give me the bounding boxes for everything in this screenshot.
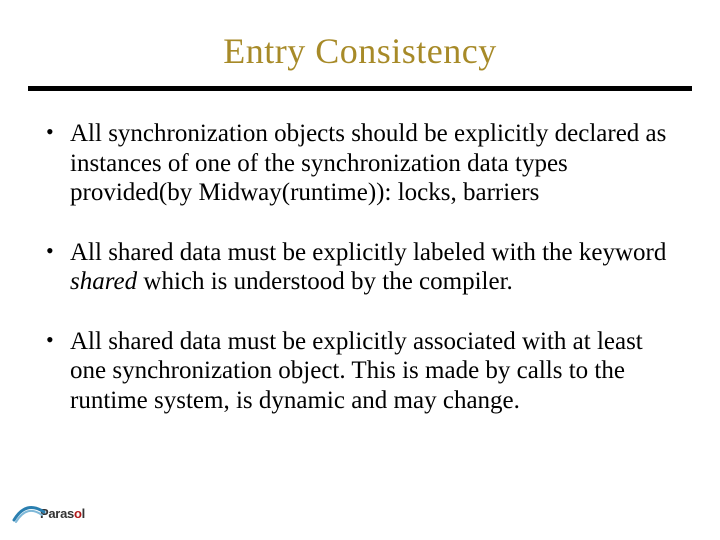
- bullet-text: All synchronization objects should be ex…: [70, 120, 666, 206]
- list-item: All shared data must be explicitly assoc…: [38, 327, 682, 416]
- title-underline: [28, 86, 692, 91]
- bullet-italic: shared: [70, 268, 143, 295]
- logo-aras: aras: [48, 506, 74, 521]
- bullet-text-after: which is understood by the compiler.: [143, 268, 512, 295]
- slide-title: Entry Consistency: [28, 30, 692, 72]
- list-item: All shared data must be explicitly label…: [38, 238, 682, 297]
- logo-o: o: [74, 506, 82, 521]
- bullet-text: All shared data must be explicitly label…: [70, 239, 666, 266]
- parasol-logo: Parasol: [12, 502, 85, 524]
- list-item: All synchronization objects should be ex…: [38, 119, 682, 208]
- logo-l: l: [82, 506, 85, 521]
- logo-text: Parasol: [40, 506, 85, 521]
- slide: Entry Consistency All synchronization ob…: [0, 0, 720, 540]
- logo-arc-icon: [12, 502, 46, 524]
- bullet-list: All synchronization objects should be ex…: [38, 119, 682, 415]
- bullet-text: All shared data must be explicitly assoc…: [70, 328, 643, 414]
- content-area: All synchronization objects should be ex…: [28, 119, 692, 415]
